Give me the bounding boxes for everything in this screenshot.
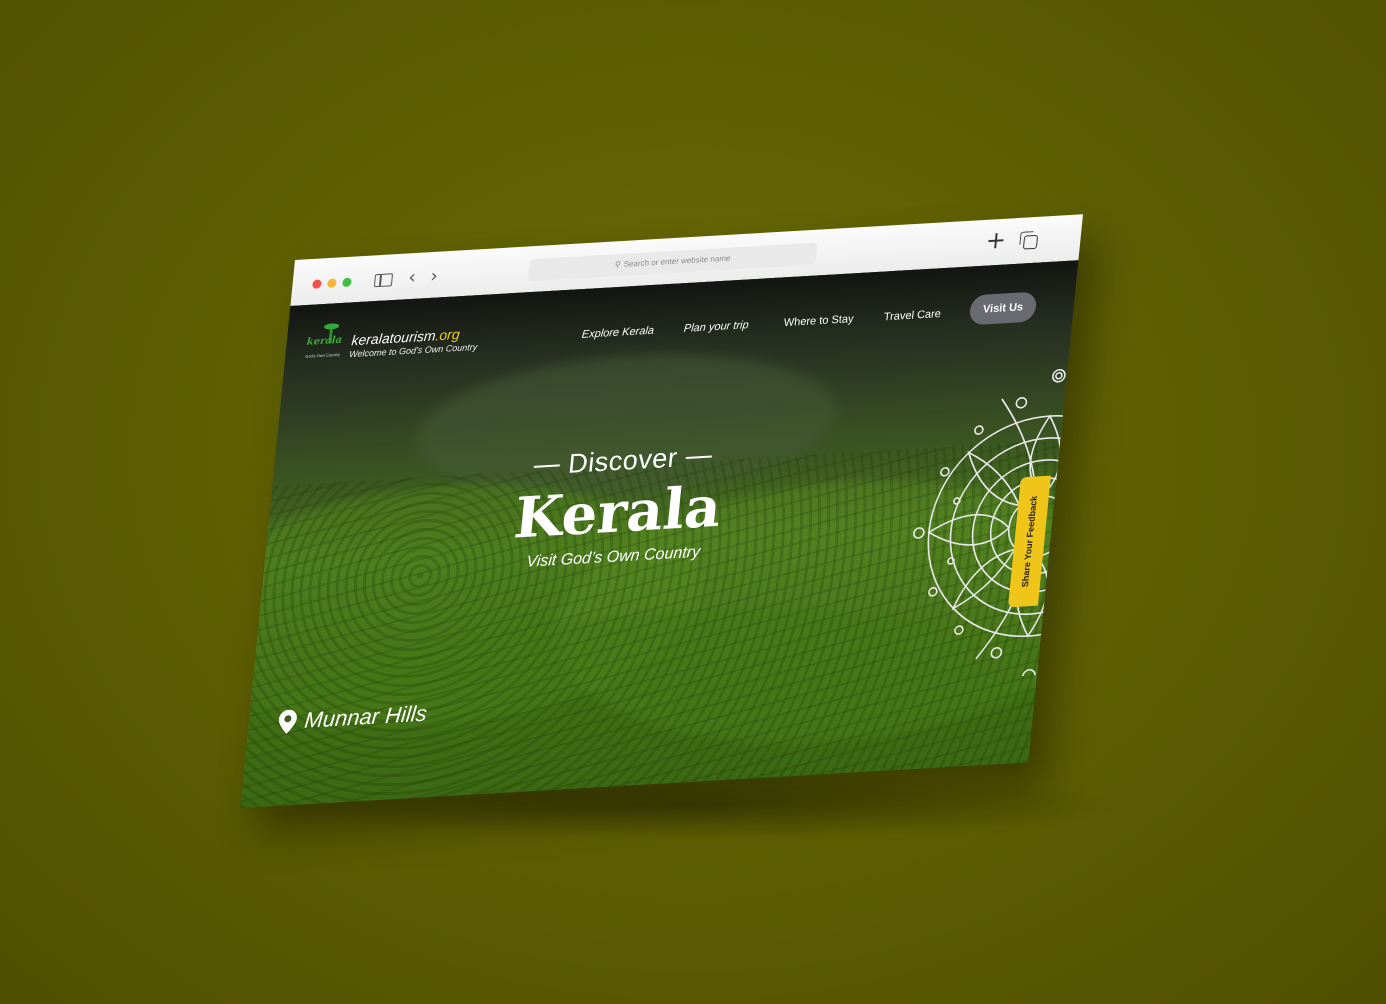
hero-title: Kerala — [511, 473, 725, 552]
nav-travel-care[interactable]: Travel Care — [883, 308, 941, 323]
logo-subtitle: God's Own Country — [305, 351, 341, 359]
kerala-logo[interactable]: kerala God's Own Country — [305, 325, 349, 363]
maximize-window-button[interactable] — [342, 277, 352, 288]
address-bar-placeholder: Search or enter website name — [623, 253, 731, 269]
new-tab-icon[interactable]: + — [985, 226, 1008, 255]
map-pin-icon — [278, 709, 297, 734]
close-window-button[interactable] — [312, 279, 322, 289]
hero-pre-title-text: Discover — [566, 442, 679, 479]
search-icon: ⚲ — [614, 259, 622, 270]
visit-us-button[interactable]: Visit Us — [968, 291, 1038, 326]
hero-page: kerala God's Own Country keralatourism.o… — [240, 260, 1079, 808]
site-name-tld: .org — [434, 325, 461, 344]
share-feedback-label: Share Your Feedback — [1019, 495, 1039, 588]
nav-explore-kerala[interactable]: Explore Kerala — [581, 325, 654, 341]
nav-plan-your-trip[interactable]: Plan your trip — [683, 319, 749, 335]
nav-where-to-stay[interactable]: Where to Stay — [783, 313, 854, 329]
browser-window: ‹ › ⚲ Search or enter website name + kera… — [240, 214, 1083, 808]
tabs-overview-icon[interactable] — [1022, 234, 1039, 250]
dash-right — [685, 455, 712, 459]
dash-left — [534, 463, 561, 468]
logo-wordmark: kerala — [306, 334, 343, 348]
address-bar[interactable]: ⚲ Search or enter website name — [527, 242, 818, 282]
back-arrow-icon[interactable]: ‹ — [407, 267, 417, 289]
minimize-window-button[interactable] — [327, 278, 337, 288]
sidebar-toggle-icon[interactable] — [373, 273, 394, 288]
forward-arrow-icon[interactable]: › — [429, 266, 439, 288]
hero-text: Discover Kerala Visit God’s Own Country — [492, 439, 744, 574]
